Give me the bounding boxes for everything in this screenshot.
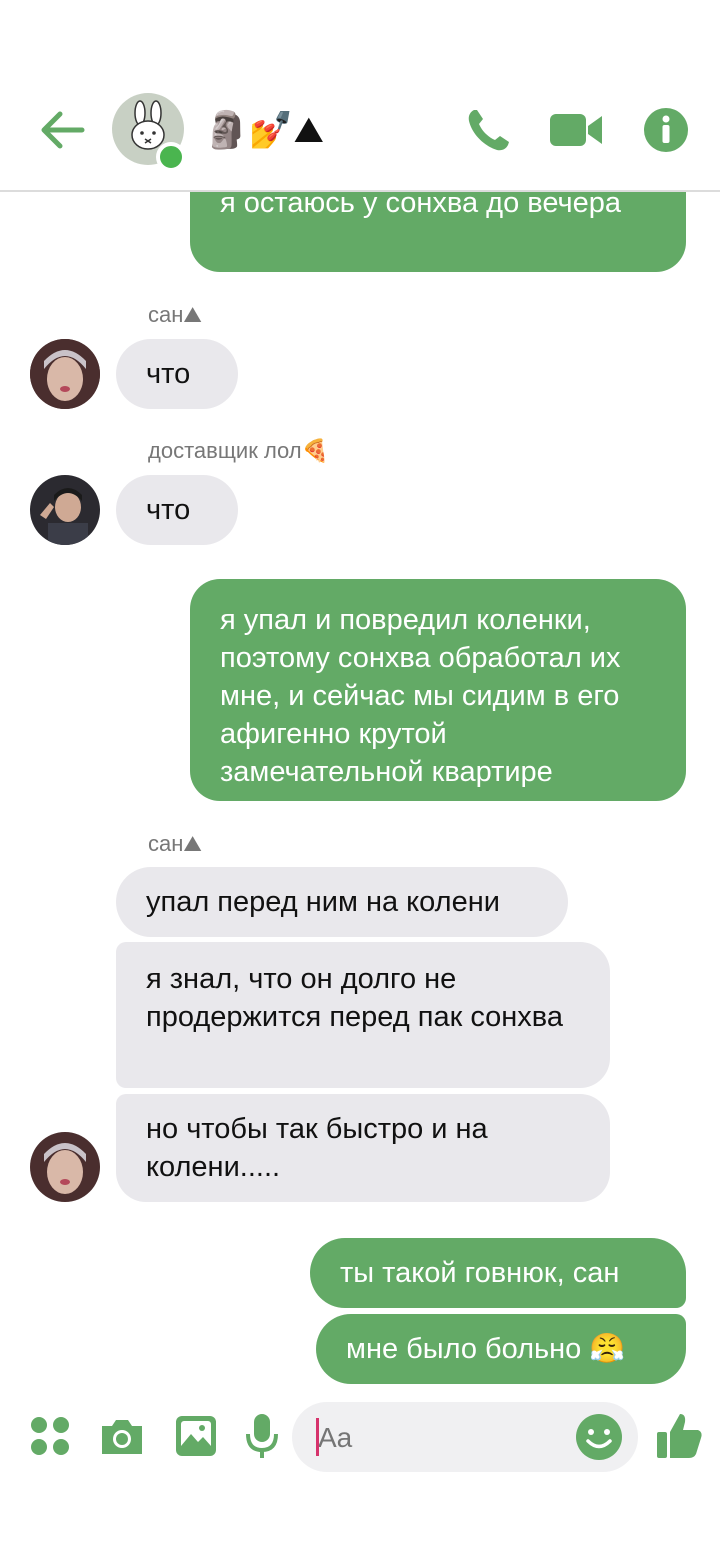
message-incoming[interactable]: я знал, что он долго не продержится пере… [116,942,610,1088]
message-text: что [146,494,191,526]
message-incoming[interactable]: что [116,339,238,409]
message-outgoing[interactable]: ты такой говнюк, сан [310,1238,686,1308]
microphone-icon[interactable] [244,1412,280,1460]
message-text: ты такой говнюк, сан [340,1257,620,1289]
message-text: что [146,358,191,390]
avatar-delivery[interactable] [30,475,100,545]
message-composer[interactable] [292,1402,638,1472]
avatar-san[interactable] [30,339,100,409]
video-camera-icon[interactable] [548,104,604,156]
sender-name: сан⛰ [148,302,202,327]
avatar-san[interactable] [30,1132,100,1202]
phone-icon[interactable] [462,104,518,156]
back-arrow-icon[interactable] [38,108,86,152]
user-photo-icon [30,339,100,409]
message-text: я знал, что он долго не продержится пере… [146,963,564,1033]
sender-name: сан⛰ [148,831,202,856]
user-photo-icon [30,1132,100,1202]
thumbs-up-icon[interactable] [654,1410,704,1460]
sender-name: доставщик лол🍕 [148,438,330,463]
online-status-indicator [156,142,186,172]
message-input[interactable] [316,1416,570,1460]
text-cursor [316,1418,319,1456]
user-photo-icon [30,475,100,545]
message-incoming[interactable]: но чтобы так быстро и на колени..... [116,1094,610,1202]
message-text: упал перед ним на колени [146,886,500,918]
message-text: я упал и повредил коленки, поэтому сонхв… [220,604,621,788]
gallery-icon[interactable] [174,1414,218,1458]
message-text: но чтобы так быстро и на колени..... [146,1113,488,1183]
emoji-icon[interactable] [574,1412,624,1462]
message-incoming[interactable]: что [116,475,238,545]
apps-icon[interactable] [28,1414,72,1458]
chat-header: 🗿💅⛰ [0,0,720,192]
conversation-title[interactable]: 🗿💅⛰ [204,108,324,152]
message-incoming[interactable]: упал перед ним на колени [116,867,568,937]
info-icon[interactable] [640,104,696,156]
message-text: мне было больно 😤 [346,1333,626,1365]
camera-icon[interactable] [98,1414,146,1458]
message-outgoing[interactable]: мне было больно 😤 [316,1314,686,1384]
message-outgoing[interactable]: я упал и повредил коленки, поэтому сонхв… [190,579,686,801]
